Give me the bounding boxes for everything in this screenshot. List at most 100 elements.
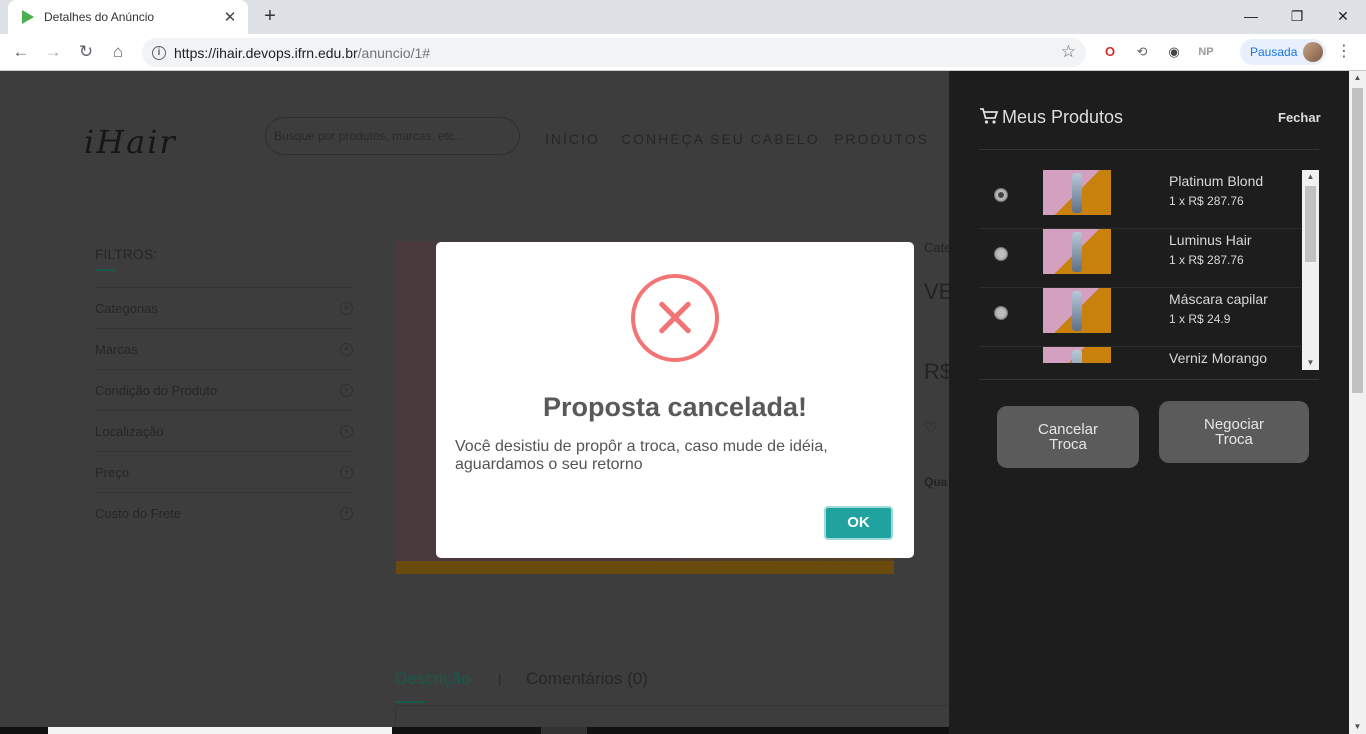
category-fragment: Cate (924, 240, 949, 255)
filter-label: Marcas (95, 341, 138, 357)
tab-close-icon[interactable]: ✕ (222, 8, 238, 26)
forward-arrow-icon[interactable]: → (41, 40, 65, 64)
quantity-fragment: Qua (924, 475, 948, 489)
plus-icon[interactable]: + (340, 383, 353, 397)
cancel-trade-button[interactable]: Cancelar Troca (997, 406, 1139, 468)
url-host: https://ihair.devops.ifrn.edu.br (174, 44, 358, 61)
list-item[interactable]: Luminus Hair 1 x R$ 287.76 (979, 229, 1301, 288)
product-price: 1 x R$ 287.76 (1169, 253, 1244, 267)
tab-title: Detalhes do Anúncio (44, 10, 155, 24)
avatar (1303, 42, 1323, 62)
price-fragment: R$ (924, 359, 949, 384)
bottom-bar-segment-mid (541, 727, 587, 734)
cart-icon (980, 108, 999, 124)
restore-button[interactable]: ❐ (1282, 4, 1312, 28)
scroll-down-icon[interactable]: ▼ (1349, 720, 1366, 734)
address-bar[interactable]: i https://ihair.devops.ifrn.edu.br/anunc… (142, 38, 1086, 67)
nav-inicio[interactable]: INÍCIO (545, 131, 600, 147)
back-arrow-icon[interactable]: ← (9, 40, 33, 64)
search-input[interactable]: Busque por produtos, marcas, etc... (265, 117, 520, 155)
tab-active-indicator (395, 701, 425, 703)
my-products-sidebar: Meus Produtos Fechar Platinum Blond 1 x … (949, 71, 1349, 734)
heart-icon[interactable]: ♡ (924, 419, 937, 437)
divider (979, 149, 1319, 150)
plus-icon[interactable]: + (340, 465, 353, 479)
list-item[interactable]: Verniz Morango (979, 347, 1301, 380)
product-name: Máscara capilar (1169, 291, 1268, 307)
filter-condicao[interactable]: Condição do Produto + (95, 369, 353, 410)
browser-tab[interactable]: Detalhes do Anúncio ✕ (8, 0, 248, 34)
profile-button[interactable]: Pausada (1240, 39, 1326, 65)
product-thumbnail (1043, 229, 1111, 274)
url-path: /anuncio/1# (357, 44, 431, 61)
tab-favicon-icon (22, 10, 34, 24)
product-thumbnail (1043, 288, 1111, 333)
filter-categorias[interactable]: Categorias + (95, 287, 353, 328)
plus-icon[interactable]: + (340, 342, 353, 356)
tab-comentarios[interactable]: Comentários (0) (526, 669, 648, 689)
filter-label: Preço (95, 464, 129, 480)
opera-extension-icon[interactable]: O (1100, 42, 1120, 62)
browser-menu-icon[interactable]: ⋮ (1336, 41, 1352, 63)
ok-button[interactable]: OK (824, 506, 893, 540)
list-item[interactable]: Platinum Blond 1 x R$ 287.76 (979, 170, 1301, 229)
plus-icon[interactable]: + (340, 506, 353, 520)
error-x-icon (631, 274, 719, 362)
scroll-down-icon[interactable]: ▼ (1302, 356, 1319, 370)
list-item[interactable]: Máscara capilar 1 x R$ 24.9 (979, 288, 1301, 347)
product-radio[interactable] (994, 188, 1008, 202)
browser-toolbar: ← → ↻ ⌂ i https://ihair.devops.ifrn.edu.… (0, 34, 1366, 71)
tab-descricao[interactable]: Descrição (395, 669, 471, 689)
bookmark-star-icon[interactable]: ☆ (1061, 42, 1076, 62)
product-thumbnail (1043, 170, 1111, 215)
scroll-up-icon[interactable]: ▲ (1302, 170, 1319, 184)
divider (979, 379, 1319, 380)
site-logo[interactable]: iHair (84, 123, 177, 161)
page-scrollbar[interactable]: ▲ ▼ (1349, 71, 1366, 734)
np-extension-icon[interactable]: NP (1196, 42, 1216, 62)
sidebar-close-button[interactable]: Fechar (1278, 110, 1321, 125)
scroll-up-icon[interactable]: ▲ (1349, 71, 1366, 85)
filter-marcas[interactable]: Marcas + (95, 328, 353, 369)
target-extension-icon[interactable]: ◉ (1164, 42, 1184, 62)
product-radio[interactable] (994, 247, 1008, 261)
product-list: Platinum Blond 1 x R$ 287.76 Luminus Hai… (979, 170, 1319, 380)
plus-icon[interactable]: + (340, 301, 353, 315)
scrollbar-thumb[interactable] (1305, 186, 1316, 262)
tab-separator: | (498, 671, 502, 686)
nav-conheca-seu-cabelo[interactable]: CONHEÇA SEU CABELO (621, 131, 820, 147)
filter-label: Condição do Produto (95, 382, 218, 398)
filter-custo-frete[interactable]: Custo do Frete + (95, 492, 353, 533)
negotiate-trade-button[interactable]: Negociar Troca (1159, 401, 1309, 463)
filter-label: Custo do Frete (95, 505, 181, 521)
new-tab-button[interactable]: + (258, 4, 282, 28)
site-info-icon[interactable]: i (152, 45, 166, 60)
product-radio[interactable] (994, 306, 1008, 320)
reload-icon[interactable]: ↻ (74, 40, 98, 64)
filter-localizacao[interactable]: Localização + (95, 410, 353, 451)
dialog-message: Você desistiu de propôr a troca, caso mu… (455, 438, 828, 473)
profile-label: Pausada (1250, 45, 1298, 59)
sidebar-title: Meus Produtos (1002, 107, 1124, 127)
product-price: 1 x R$ 287.76 (1169, 194, 1244, 208)
filter-preco[interactable]: Preço + (95, 451, 353, 492)
product-name: Verniz Morango (1169, 350, 1268, 366)
negotiate-trade-label: Negociar Troca (1203, 416, 1265, 448)
bottom-bar-segment (48, 727, 392, 734)
filter-label: Localização (95, 423, 164, 439)
scrollbar-thumb[interactable] (1352, 88, 1363, 393)
filters-title: FILTROS: (95, 246, 157, 262)
history-extension-icon[interactable]: ⟲ (1132, 42, 1152, 62)
plus-icon[interactable]: + (340, 424, 353, 438)
url-text: https://ihair.devops.ifrn.edu.br/anuncio… (174, 45, 430, 61)
title-fragment: VE (924, 279, 949, 304)
minimize-button[interactable]: — (1236, 4, 1266, 28)
home-icon[interactable]: ⌂ (106, 40, 130, 64)
product-list-scrollbar[interactable]: ▲ ▼ (1302, 170, 1319, 370)
window-close-button[interactable]: ✕ (1328, 4, 1358, 28)
product-thumbnail (1043, 347, 1111, 363)
product-price: 1 x R$ 24.9 (1169, 312, 1231, 326)
product-image-bottom (396, 561, 894, 574)
nav-produtos[interactable]: PRODUTOS (834, 131, 929, 147)
browser-tabbar: Detalhes do Anúncio ✕ + — ❐ ✕ (0, 0, 1366, 34)
